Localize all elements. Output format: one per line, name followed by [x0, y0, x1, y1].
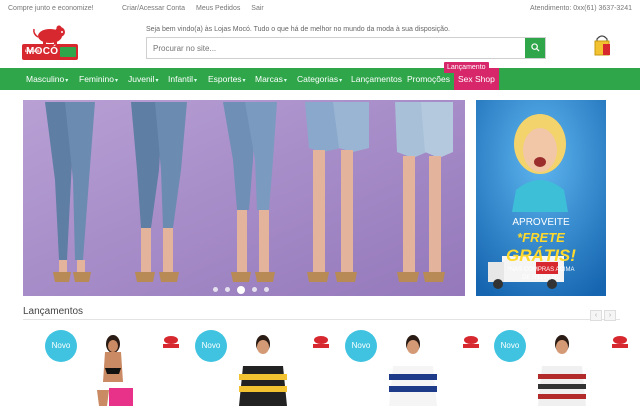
- prev-arrow-icon[interactable]: ‹: [590, 310, 602, 321]
- logout-link[interactable]: Sair: [251, 5, 263, 12]
- chevron-down-icon: ▾: [194, 78, 198, 84]
- search-bar: [146, 37, 546, 59]
- nav-item-marcas[interactable]: Marcas▾: [255, 68, 287, 90]
- product-card[interactable]: Novo: [345, 326, 480, 406]
- store-logo[interactable]: LOJAS MOCÓ: [22, 24, 78, 62]
- new-badge: Novo: [494, 330, 526, 362]
- chevron-down-icon: ▾: [283, 78, 287, 84]
- nav-item-esportes[interactable]: Esportes▾: [208, 68, 246, 90]
- shopping-bag-icon[interactable]: [592, 34, 612, 56]
- next-arrow-icon[interactable]: ›: [604, 310, 616, 321]
- rat-logo-icon: [612, 336, 628, 348]
- new-ribbon: Lançamento: [444, 62, 489, 73]
- promo-line-2: *FRETE: [517, 230, 565, 245]
- hero-slider[interactable]: [23, 100, 465, 296]
- product-card[interactable]: Novo: [494, 326, 629, 406]
- promo-tagline: Compre junto e economize!: [8, 5, 94, 12]
- new-badge: Novo: [195, 330, 227, 362]
- top-bar: Compre junto e economize! Criar/Acessar …: [0, 0, 640, 18]
- chevron-down-icon: ▾: [242, 78, 246, 84]
- rat-logo-icon: [313, 336, 329, 348]
- new-badge: Novo: [45, 330, 77, 362]
- nav-item-lancamentos[interactable]: Lançamentos: [351, 68, 402, 90]
- search-button[interactable]: [525, 38, 545, 58]
- slider-dot[interactable]: [252, 287, 257, 293]
- support-phone: Atendimento: 0xx(61) 3637-3241: [530, 5, 632, 12]
- chevron-down-icon: ▾: [339, 78, 343, 84]
- logo-tag: [60, 47, 76, 57]
- product-image: [97, 335, 133, 406]
- chevron-down-icon: ▾: [155, 78, 159, 84]
- main-nav: Masculino▾ Feminino▾ Juvenil▾ Infantil▾ …: [0, 68, 640, 90]
- product-image: [389, 335, 437, 406]
- promo-line-5: DE R$199,90.: [522, 275, 560, 281]
- account-links: Criar/Acessar Conta Meus Pedidos Sair: [122, 5, 273, 12]
- nav-item-categorias[interactable]: Categorias▾: [297, 68, 342, 90]
- section-divider: [23, 319, 620, 320]
- product-card[interactable]: Novo: [195, 326, 330, 406]
- slider-dot[interactable]: [225, 287, 230, 293]
- carousel-arrows: ‹ ›: [588, 304, 616, 322]
- rat-logo-icon: [33, 25, 65, 44]
- search-icon: [530, 43, 540, 52]
- nav-item-juvenil[interactable]: Juvenil▾: [128, 68, 158, 90]
- chevron-down-icon: ▾: [65, 78, 69, 84]
- create-account-link[interactable]: Criar/Acessar Conta: [122, 5, 185, 12]
- hero-banner-image: [23, 100, 465, 296]
- free-shipping-banner[interactable]: APROVEITE *FRETE GRÁTIS! *NAS COMPRAS AC…: [476, 100, 606, 296]
- nav-item-infantil[interactable]: Infantil▾: [168, 68, 197, 90]
- promo-line-3: GRÁTIS!: [506, 246, 576, 265]
- my-orders-link[interactable]: Meus Pedidos: [196, 5, 240, 12]
- slider-dot[interactable]: [213, 287, 218, 293]
- welcome-message: Seja bem vindo(a) às Lojas Mocó. Tudo o …: [146, 26, 450, 33]
- header: LOJAS MOCÓ Seja bem vindo(a) às Lojas Mo…: [0, 18, 640, 68]
- logo-plate: LOJAS MOCÓ: [22, 44, 78, 60]
- chevron-down-icon: ▾: [114, 78, 118, 84]
- product-image: [239, 335, 287, 406]
- nav-item-masculino[interactable]: Masculino▾: [26, 68, 68, 90]
- section-title: Lançamentos: [23, 306, 84, 317]
- slider-dot[interactable]: [264, 287, 269, 293]
- rat-logo-icon: [463, 336, 479, 348]
- product-image: [538, 335, 586, 406]
- slider-dots: [213, 281, 276, 299]
- promo-line-4: *NAS COMPRAS ACIMA: [507, 267, 575, 273]
- product-card[interactable]: Novo: [45, 326, 180, 406]
- nav-item-feminino[interactable]: Feminino▾: [79, 68, 118, 90]
- search-input[interactable]: [153, 38, 523, 58]
- slider-dot-active[interactable]: [237, 285, 245, 294]
- rat-logo-icon: [163, 336, 179, 348]
- promo-line-1: APROVEITE: [512, 217, 570, 228]
- logo-subtext: LOJAS: [25, 48, 40, 53]
- new-badge: Novo: [345, 330, 377, 362]
